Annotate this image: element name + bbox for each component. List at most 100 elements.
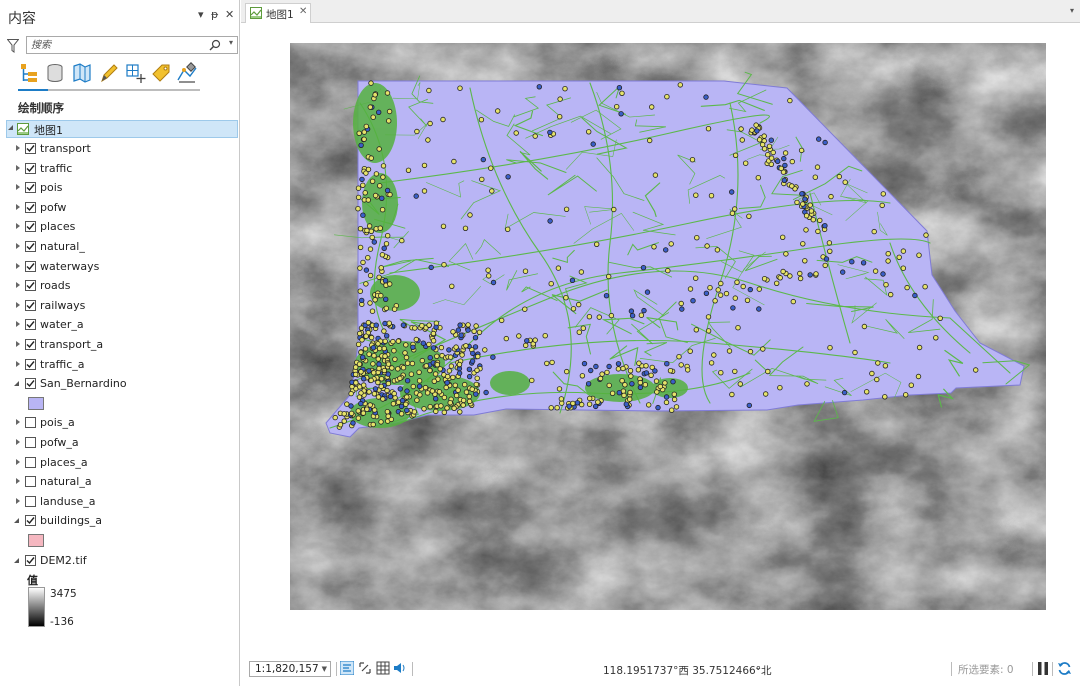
- coordinate-format-dropdown[interactable]: ⌄: [754, 662, 762, 673]
- layer-row-railways[interactable]: railways: [16, 297, 236, 316]
- expand-arrow-icon[interactable]: [16, 419, 20, 426]
- audio-icon[interactable]: [393, 661, 407, 675]
- expand-arrow-icon[interactable]: [16, 282, 20, 289]
- layer-visibility-checkbox[interactable]: [25, 339, 36, 350]
- layer-visibility-checkbox[interactable]: [25, 241, 36, 252]
- layer-row-transport-a[interactable]: transport_a: [16, 336, 236, 355]
- layer-symbol-swatch[interactable]: [28, 396, 44, 410]
- map-view[interactable]: [241, 23, 1080, 655]
- poi-point: [826, 240, 833, 246]
- expand-arrow-icon[interactable]: [16, 341, 20, 347]
- snapping-icon[interactable]: [358, 661, 372, 675]
- pin-icon[interactable]: ᵽ: [211, 9, 218, 21]
- map-node[interactable]: 地图1: [6, 120, 238, 138]
- poi-point: [922, 283, 928, 290]
- grid-icon[interactable]: [376, 661, 390, 675]
- expand-arrow-icon[interactable]: [16, 184, 20, 191]
- search-input[interactable]: [31, 38, 201, 52]
- layer-visibility-checkbox[interactable]: [25, 417, 36, 429]
- fixed-zoom-icon[interactable]: [340, 661, 354, 675]
- pane-options-dropdown-icon[interactable]: ▾: [198, 9, 204, 21]
- list-by-labeling-icon[interactable]: [150, 62, 172, 84]
- expand-arrow-icon[interactable]: [16, 301, 20, 308]
- layer-row-water-a[interactable]: water_a: [16, 316, 236, 335]
- layer-visibility-checkbox[interactable]: [25, 378, 36, 390]
- list-by-selection-icon[interactable]: [71, 62, 93, 84]
- layer-visibility-checkbox[interactable]: [25, 182, 36, 194]
- close-pane-button[interactable]: ✕: [225, 9, 234, 21]
- layer-visibility-checkbox[interactable]: [25, 456, 36, 468]
- layer-visibility-checkbox[interactable]: [25, 495, 36, 507]
- layer-row-pofw-a[interactable]: pofw_a: [16, 434, 236, 453]
- poi-point: [381, 345, 387, 352]
- layer-visibility-checkbox[interactable]: [25, 319, 36, 331]
- scale-selector[interactable]: 1:1,820,157 ▼: [249, 661, 331, 677]
- layer-visibility-checkbox[interactable]: [25, 162, 36, 174]
- layer-visibility-checkbox[interactable]: [25, 260, 36, 272]
- layer-visibility-checkbox[interactable]: [25, 143, 36, 154]
- expand-arrow-icon[interactable]: [16, 164, 20, 171]
- layer-row-pofw[interactable]: pofw: [16, 199, 236, 218]
- layer-row-dem2-tif[interactable]: DEM2.tif: [14, 552, 236, 571]
- poi-point: [366, 389, 372, 395]
- collapse-arrow-icon[interactable]: [14, 518, 19, 524]
- layer-visibility-checkbox[interactable]: [25, 476, 36, 488]
- layer-row-natural-a[interactable]: natural_a: [16, 473, 236, 492]
- expand-arrow-icon[interactable]: [16, 478, 20, 485]
- refresh-icon[interactable]: [1057, 661, 1072, 676]
- scale-dropdown-icon[interactable]: ▼: [322, 665, 327, 673]
- layer-row-traffic[interactable]: traffic: [16, 160, 236, 179]
- map-canvas[interactable]: [290, 43, 1046, 610]
- layer-row-buildings-a[interactable]: buildings_a: [14, 512, 236, 531]
- search-dropdown-icon[interactable]: ▾: [229, 38, 233, 47]
- poi-point: [547, 129, 553, 136]
- layer-row-pois[interactable]: pois: [16, 179, 236, 198]
- list-by-perspective-icon[interactable]: [176, 62, 198, 84]
- layer-row-traffic-a[interactable]: traffic_a: [16, 356, 236, 375]
- expand-arrow-icon[interactable]: [16, 321, 20, 328]
- poi-point: [732, 368, 738, 375]
- expand-arrow-icon[interactable]: [16, 243, 20, 249]
- expand-arrow-icon[interactable]: [16, 497, 20, 504]
- list-by-drawing-order-icon[interactable]: [18, 62, 40, 84]
- expand-arrow-icon[interactable]: [16, 145, 20, 151]
- expand-arrow-icon[interactable]: [16, 360, 20, 367]
- poi-point: [732, 152, 739, 158]
- collapse-arrow-icon[interactable]: [14, 557, 19, 563]
- layer-row-places-a[interactable]: places_a: [16, 454, 236, 473]
- expand-map-icon[interactable]: [8, 125, 13, 130]
- expand-arrow-icon[interactable]: [16, 439, 20, 445]
- layer-row-transport[interactable]: transport: [16, 140, 236, 159]
- layer-row-roads[interactable]: roads: [16, 277, 236, 296]
- layer-visibility-checkbox[interactable]: [25, 299, 36, 311]
- layer-visibility-checkbox[interactable]: [25, 358, 36, 370]
- layer-visibility-checkbox[interactable]: [25, 280, 36, 292]
- expand-arrow-icon[interactable]: [16, 223, 20, 230]
- expand-arrow-icon[interactable]: [16, 203, 20, 210]
- layer-row-places[interactable]: places: [16, 218, 236, 237]
- tab-map1[interactable]: 地图1 ✕: [245, 3, 311, 23]
- pause-icon[interactable]: [1037, 662, 1049, 675]
- layer-visibility-checkbox[interactable]: [25, 515, 36, 527]
- layer-visibility-checkbox[interactable]: [25, 437, 36, 448]
- layer-row-san-bernardino[interactable]: San_Bernardino: [14, 375, 236, 394]
- filter-icon[interactable]: [7, 39, 19, 53]
- close-tab-button[interactable]: ✕: [299, 6, 307, 17]
- layer-visibility-checkbox[interactable]: [25, 221, 36, 233]
- search-icon[interactable]: [209, 39, 221, 51]
- layer-symbol-swatch[interactable]: [28, 534, 44, 547]
- expand-arrow-icon[interactable]: [16, 262, 20, 269]
- layer-visibility-checkbox[interactable]: [25, 554, 36, 566]
- layer-row-pois-a[interactable]: pois_a: [16, 414, 236, 433]
- layer-visibility-checkbox[interactable]: [25, 201, 36, 213]
- list-by-data-source-icon[interactable]: [44, 62, 66, 84]
- tab-list-dropdown-icon[interactable]: ▾: [1070, 6, 1074, 15]
- search-box[interactable]: ▾: [26, 36, 238, 54]
- collapse-arrow-icon[interactable]: [14, 381, 19, 387]
- layer-row-landuse-a[interactable]: landuse_a: [16, 493, 236, 512]
- expand-arrow-icon[interactable]: [16, 458, 20, 465]
- list-by-snapping-icon[interactable]: [124, 62, 146, 84]
- list-by-editing-icon[interactable]: [98, 62, 120, 84]
- layer-row-waterways[interactable]: waterways: [16, 258, 236, 277]
- layer-row-natural[interactable]: natural_: [16, 238, 236, 257]
